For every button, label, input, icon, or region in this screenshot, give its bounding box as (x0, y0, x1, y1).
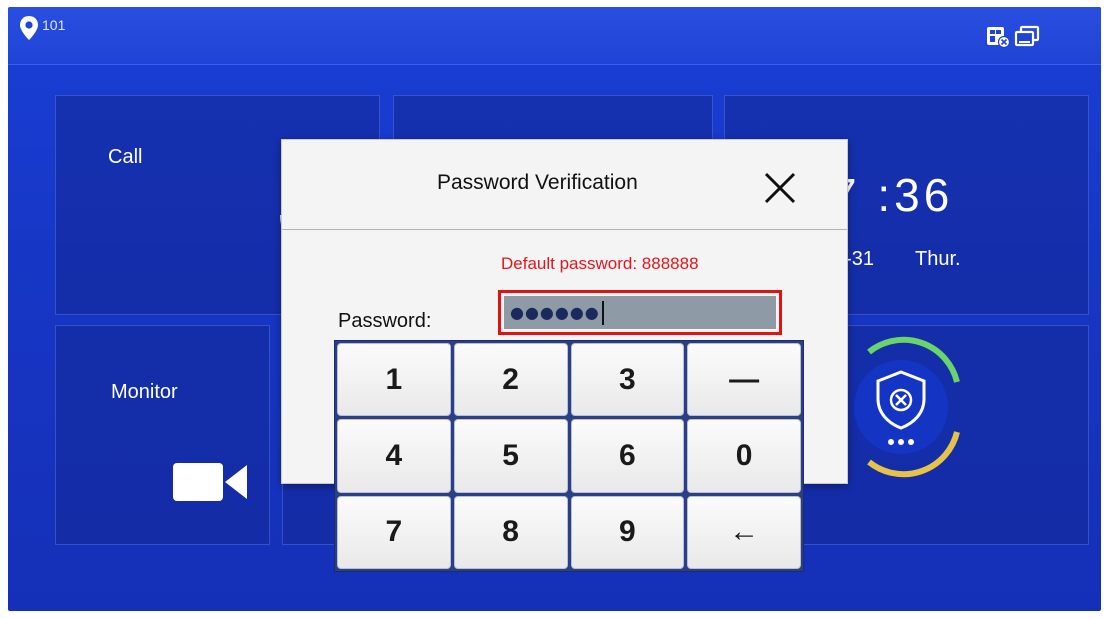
digit-key-4[interactable]: 4 (337, 419, 451, 493)
call-tile-label: Call (108, 146, 143, 168)
password-masked-value: ●●●●●● (510, 303, 600, 322)
clock-time: 7 :36 (831, 169, 954, 221)
clear-key[interactable]: — (687, 343, 801, 417)
digit-key-3[interactable]: 3 (570, 343, 685, 417)
clock-day: Thur. (915, 248, 961, 270)
shield-x-icon (854, 336, 960, 478)
close-icon[interactable] (760, 168, 800, 208)
digit-key-9[interactable]: 9 (570, 495, 685, 569)
password-label: Password: (338, 310, 432, 332)
backspace-key[interactable]: ← (687, 495, 801, 569)
digit-key-7[interactable]: 7 (337, 495, 451, 569)
network-status-icon (1014, 25, 1040, 47)
digit-key-1[interactable]: 1 (337, 343, 451, 417)
password-input[interactable]: ●●●●●● (498, 290, 782, 335)
digit-key-0[interactable]: 0 (687, 419, 801, 493)
status-bar: 101 (8, 7, 1101, 65)
digit-key-5[interactable]: 5 (453, 419, 568, 493)
intercom-status-icon (987, 27, 1011, 49)
monitor-tile[interactable]: Monitor (55, 325, 270, 545)
text-cursor (601, 300, 604, 325)
password-input-box[interactable]: ●●●●●● (504, 296, 776, 329)
camera-icon (173, 463, 247, 501)
digit-key-6[interactable]: 6 (570, 419, 685, 493)
monitor-tile-label: Monitor (111, 381, 178, 403)
default-password-hint: Default password: 888888 (501, 254, 699, 273)
dialog-title: Password Verification (437, 171, 638, 194)
location-pin-icon (20, 16, 38, 40)
numeric-keypad: 1 2 3— 4 5 6 0 7 8 9 ← (334, 340, 804, 572)
room-number: 101 (42, 17, 66, 33)
digit-key-2[interactable]: 2 (453, 343, 568, 417)
digit-key-8[interactable]: 8 (453, 495, 568, 569)
dialog-header: Password Verification (282, 140, 847, 230)
